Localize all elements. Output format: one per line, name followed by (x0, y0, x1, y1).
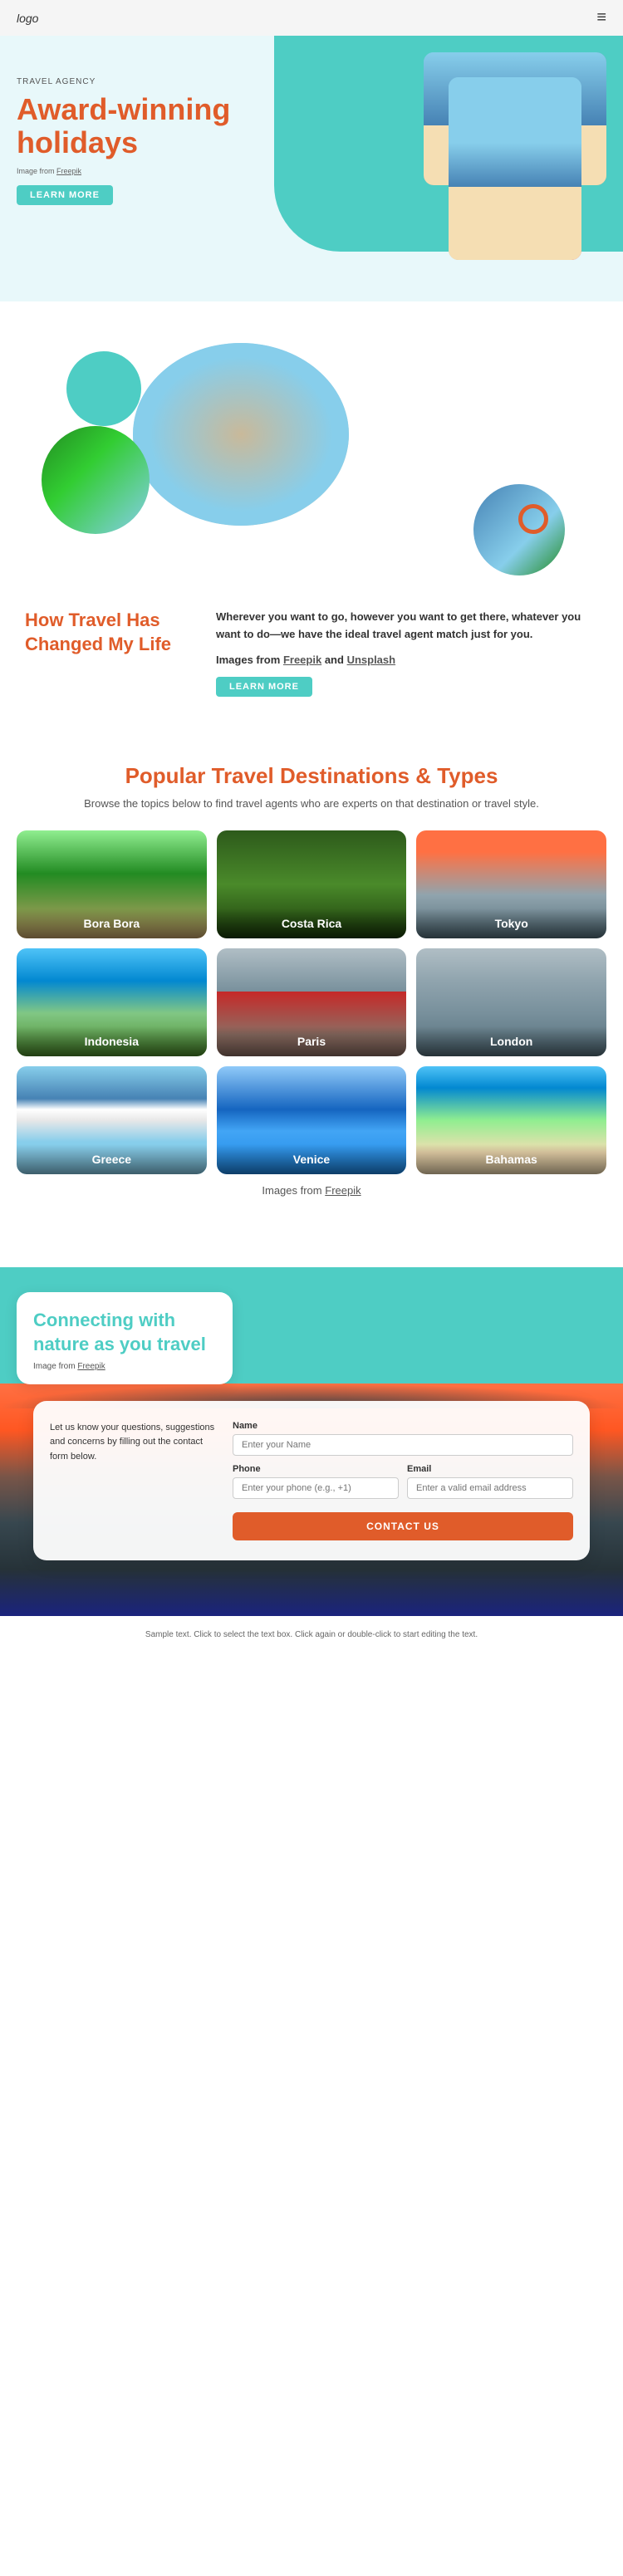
hero-content: TRAVEL AGENCY Award-winning holidays Ima… (17, 61, 249, 205)
nature-section: Connecting with nature as you travel Ima… (0, 1267, 623, 1616)
destination-overlay: Paris (217, 1026, 407, 1056)
destination-overlay: Tokyo (416, 908, 606, 938)
destination-label: Costa Rica (282, 917, 341, 930)
contact-intro-text: Let us know your questions, suggestions … (50, 1421, 216, 1465)
name-label: Name (233, 1421, 573, 1431)
hamburger-menu-icon[interactable]: ≡ (596, 8, 606, 27)
hero-image-credit: Image from Freepik (17, 167, 249, 175)
contact-form: Name Phone Email CONTACT US (233, 1421, 573, 1540)
nature-freepik-link[interactable]: Freepik (77, 1362, 105, 1371)
destination-card[interactable]: Paris (217, 948, 407, 1056)
destination-label: Venice (293, 1153, 330, 1166)
destination-label: Tokyo (495, 917, 528, 930)
travel-image-credits: Images from Freepik and Unsplash (216, 652, 598, 669)
destination-card[interactable]: London (416, 948, 606, 1056)
teal-decorative-circle (66, 351, 141, 426)
destination-label: Indonesia (85, 1035, 139, 1048)
destination-overlay: Costa Rica (217, 908, 407, 938)
logo: logo (17, 12, 38, 25)
email-label: Email (407, 1464, 573, 1474)
travel-images-group (25, 335, 598, 584)
dest-freepik-link[interactable]: Freepik (325, 1184, 361, 1197)
contact-section: Let us know your questions, suggestions … (33, 1401, 590, 1560)
destination-card[interactable]: Costa Rica (217, 830, 407, 938)
hero-agency-label: TRAVEL AGENCY (17, 77, 249, 86)
travel-changed-section: How Travel Has Changed My Life Wherever … (0, 301, 623, 730)
destination-label: London (490, 1035, 532, 1048)
travel-text-row: How Travel Has Changed My Life Wherever … (25, 609, 598, 697)
email-field-group: Email (407, 1464, 573, 1507)
name-input[interactable] (233, 1434, 573, 1456)
header: logo ≡ (0, 0, 623, 36)
hero-learn-more-button[interactable]: LEARN MORE (17, 185, 113, 205)
destination-label: Paris (297, 1035, 326, 1048)
freepik-link[interactable]: Freepik (283, 654, 321, 666)
destination-card[interactable]: Bahamas (416, 1066, 606, 1174)
travel-heading: How Travel Has Changed My Life (25, 609, 191, 656)
footer: Sample text. Click to select the text bo… (0, 1616, 623, 1653)
destination-card[interactable]: Greece (17, 1066, 207, 1174)
hero-woman-image (449, 77, 581, 260)
contact-top-row: Let us know your questions, suggestions … (50, 1421, 573, 1540)
destination-overlay: Bahamas (416, 1144, 606, 1174)
destination-card[interactable]: Venice (217, 1066, 407, 1174)
destination-overlay: Indonesia (17, 1026, 207, 1056)
travel-group-photo (133, 343, 349, 526)
destination-card[interactable]: Indonesia (17, 948, 207, 1056)
footer-text: Sample text. Click to select the text bo… (17, 1628, 606, 1641)
nature-credit: Image from Freepik (33, 1362, 216, 1371)
nature-card: Connecting with nature as you travel Ima… (17, 1292, 233, 1383)
phone-input[interactable] (233, 1477, 399, 1499)
hero-freepik-link[interactable]: Freepik (56, 167, 81, 175)
destinations-grid: Bora Bora Costa Rica Tokyo Indonesia Paris Lo… (17, 830, 606, 1174)
destination-overlay: Venice (217, 1144, 407, 1174)
destination-overlay: London (416, 1026, 606, 1056)
destinations-credit: Images from Freepik (17, 1184, 606, 1197)
travel-beach-photo (42, 426, 150, 534)
orange-decorative-ring (518, 504, 548, 534)
destinations-heading: Popular Travel Destinations & Types (17, 763, 606, 789)
phone-field-group: Phone (233, 1464, 399, 1507)
phone-label: Phone (233, 1464, 399, 1474)
contact-us-button[interactable]: CONTACT US (233, 1512, 573, 1540)
destinations-section: Popular Travel Destinations & Types Brow… (0, 730, 623, 1251)
destination-label: Bahamas (486, 1153, 537, 1166)
destination-card[interactable]: Tokyo (416, 830, 606, 938)
travel-learn-more-button[interactable]: LEARN MORE (216, 677, 312, 697)
travel-desc-text: Wherever you want to go, however you wan… (216, 609, 598, 644)
hero-title: Award-winning holidays (17, 93, 249, 159)
destinations-subtext: Browse the topics below to find travel a… (17, 797, 606, 810)
travel-heading-text: How Travel Has Changed My Life (25, 609, 191, 656)
travel-ocean-photo (473, 484, 565, 575)
travel-description: Wherever you want to go, however you wan… (216, 609, 598, 697)
destination-overlay: Bora Bora (17, 908, 207, 938)
nature-heading: Connecting with nature as you travel (33, 1309, 216, 1356)
destination-card[interactable]: Bora Bora (17, 830, 207, 938)
unsplash-link[interactable]: Unsplash (347, 654, 396, 666)
contact-intro: Let us know your questions, suggestions … (50, 1421, 216, 1540)
contact-phone-email-row: Phone Email (233, 1464, 573, 1507)
destination-label: Greece (92, 1153, 131, 1166)
destination-label: Bora Bora (83, 917, 140, 930)
destination-overlay: Greece (17, 1144, 207, 1174)
hero-section: TRAVEL AGENCY Award-winning holidays Ima… (0, 36, 623, 301)
email-input[interactable] (407, 1477, 573, 1499)
